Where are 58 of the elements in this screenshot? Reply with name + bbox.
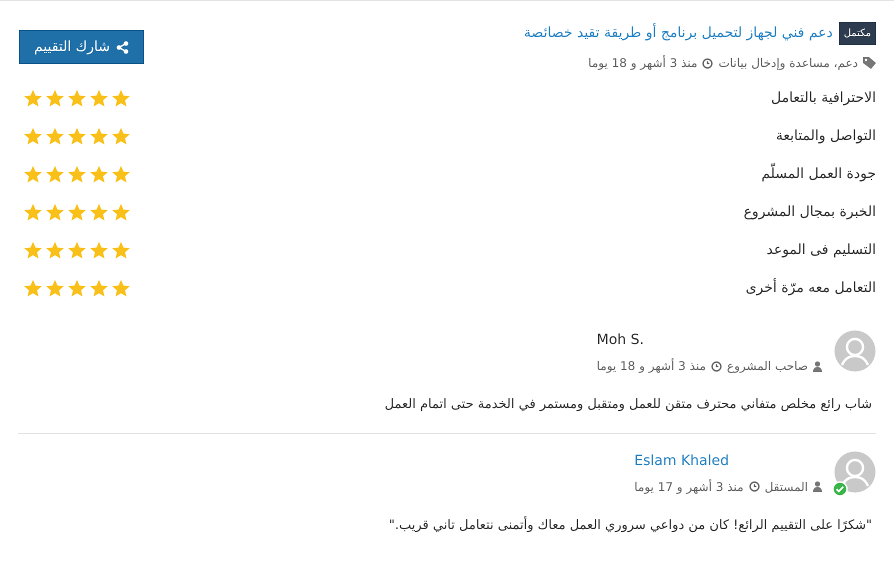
rating-label: الخبرة بمجال المشروع	[744, 202, 876, 222]
star-icon	[111, 126, 131, 146]
star-icon	[45, 278, 65, 298]
comment-time: منذ 3 أشهر و 17 يوما	[634, 478, 744, 496]
star-icon	[67, 126, 87, 146]
star-icon	[45, 88, 65, 108]
star-icon	[67, 278, 87, 298]
avatar	[834, 330, 876, 372]
star-icon	[89, 240, 109, 260]
avatar	[834, 450, 876, 492]
star-icon	[89, 88, 109, 108]
star-icon	[23, 278, 43, 298]
share-icon	[116, 40, 129, 54]
project-title[interactable]: دعم فني لجهاز لتحميل برنامج أو طريقة تقيد خصائصة	[524, 23, 833, 44]
rating-label: التسليم فى الموعد	[766, 240, 876, 260]
comment-text: "شكرًا على التقييم الرائع! كان من دواعي سروري العمل معاك وأتمنى نتعامل تاني قريب."	[388, 516, 873, 534]
star-icon	[111, 202, 131, 222]
rating-label: التواصل والمتابعة	[776, 126, 876, 146]
star-icon	[89, 164, 109, 184]
star-icon	[67, 164, 87, 184]
commenter-role: صاحب المشروع	[726, 358, 808, 375]
star-icon	[67, 240, 87, 260]
star-icon	[111, 278, 131, 298]
star-icon	[111, 164, 131, 184]
project-time: منذ 3 أشهر و 18 يوما	[588, 54, 698, 72]
star-icon	[89, 278, 109, 298]
star-icon	[23, 126, 43, 146]
star-icon	[67, 88, 87, 108]
star-icon	[45, 202, 65, 222]
project-tags: دعم، مساعدة وإدخال بيانات	[718, 54, 858, 72]
user-icon	[813, 360, 822, 372]
star-icon	[23, 240, 43, 260]
star-icon	[89, 126, 109, 146]
share-button[interactable]: شارك التقييم	[19, 30, 144, 64]
tag-icon	[863, 57, 876, 69]
commenter-role: المستقل	[764, 478, 808, 496]
comment-text: شاب رائع مخلص متفاني محترف متقن للعمل ومتقبل ومستمر في الخدمة حتى اتمام العمل	[384, 396, 873, 414]
commenter-name[interactable]: Eslam Khaled	[634, 450, 822, 472]
comment-time: منذ 3 أشهر و 18 يوما	[596, 357, 706, 375]
star-icon	[45, 126, 65, 146]
star-icon	[23, 164, 43, 184]
star-icon	[111, 240, 131, 260]
status-badge: مكتمل	[838, 22, 876, 45]
clock-icon	[710, 360, 722, 372]
clock-icon	[702, 58, 714, 68]
star-icon	[23, 88, 43, 108]
star-icon	[45, 164, 65, 184]
star-icon	[111, 88, 131, 108]
star-icon	[23, 202, 43, 222]
clock-icon	[748, 481, 760, 492]
star-icon	[67, 202, 87, 222]
user-icon	[813, 481, 822, 492]
rating-label: التعامل معه مرّة أخرى	[746, 278, 876, 298]
rating-label: جودة العمل المسلّم	[761, 164, 876, 184]
commenter-name: Moh S.	[596, 331, 645, 350]
star-icon	[45, 240, 65, 260]
star-icon	[89, 202, 109, 222]
rating-label: الاحترافية بالتعامل	[770, 88, 876, 108]
